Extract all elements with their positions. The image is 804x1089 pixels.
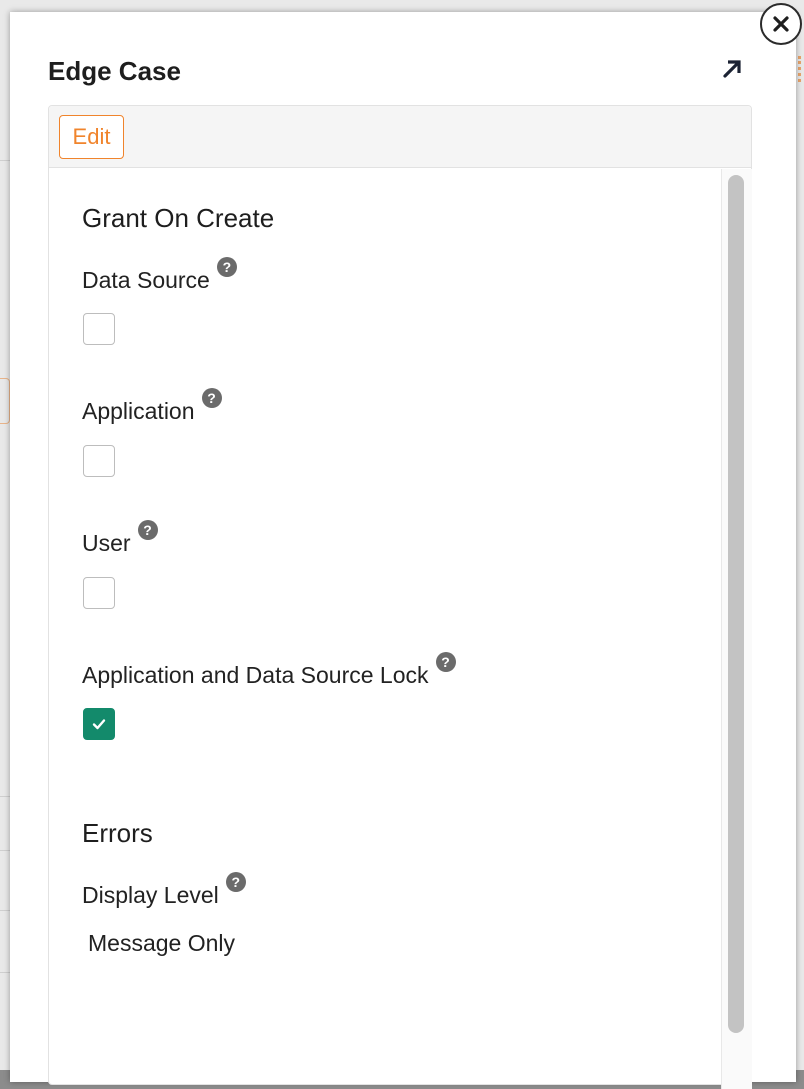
help-circle-icon[interactable]: ? [137, 520, 158, 540]
field-label-user: User ? [82, 520, 158, 557]
field-label-app-data-source-lock: Application and Data Source Lock ? [82, 652, 456, 689]
scrollbar-thumb[interactable] [728, 175, 744, 1033]
modal-title: Edge Case [48, 56, 181, 86]
field-label-text: Application and Data Source Lock [82, 662, 429, 688]
panel-body: Grant On Create Data Source ? Applicatio… [49, 169, 721, 1089]
help-circle-icon[interactable]: ? [216, 257, 237, 277]
background-button-fragment [0, 378, 10, 424]
checkbox-application[interactable] [83, 445, 115, 477]
field-label-text: User [82, 530, 131, 556]
checkbox-user[interactable] [83, 577, 115, 609]
settings-panel: Edit Grant On Create Data Source ? Appli… [48, 105, 752, 1089]
help-circle-icon[interactable]: ? [201, 388, 222, 408]
section-title-errors: Errors [82, 818, 153, 848]
background-divider [0, 160, 10, 161]
background-divider [0, 972, 10, 973]
help-circle-icon[interactable]: ? [435, 652, 456, 672]
background-kebab-icon [798, 56, 804, 82]
arrow-up-right-icon[interactable] [721, 58, 743, 80]
edit-button[interactable]: Edit [59, 115, 124, 159]
field-label-text: Application [82, 398, 195, 424]
check-icon [92, 719, 106, 730]
field-label-data-source: Data Source ? [82, 257, 237, 294]
modal-dialog: Edge Case Edit Grant On Create Data Sour… [10, 12, 796, 1089]
background-divider [0, 850, 10, 851]
field-label-text: Display Level [82, 882, 219, 908]
background-divider [0, 910, 10, 911]
field-label-application: Application ? [82, 388, 222, 425]
display-level-value: Message Only [88, 930, 236, 956]
panel-toolbar: Edit [49, 106, 751, 168]
background-divider [0, 796, 10, 797]
checkbox-data-source[interactable] [83, 313, 115, 345]
help-circle-icon[interactable]: ? [225, 872, 246, 892]
checkbox-app-data-source-lock[interactable] [83, 708, 115, 740]
field-label-display-level: Display Level ? [82, 872, 246, 909]
section-title-grant-on-create: Grant On Create [82, 203, 275, 233]
field-label-text: Data Source [82, 267, 210, 293]
close-button[interactable] [760, 3, 802, 45]
close-icon [773, 16, 789, 32]
